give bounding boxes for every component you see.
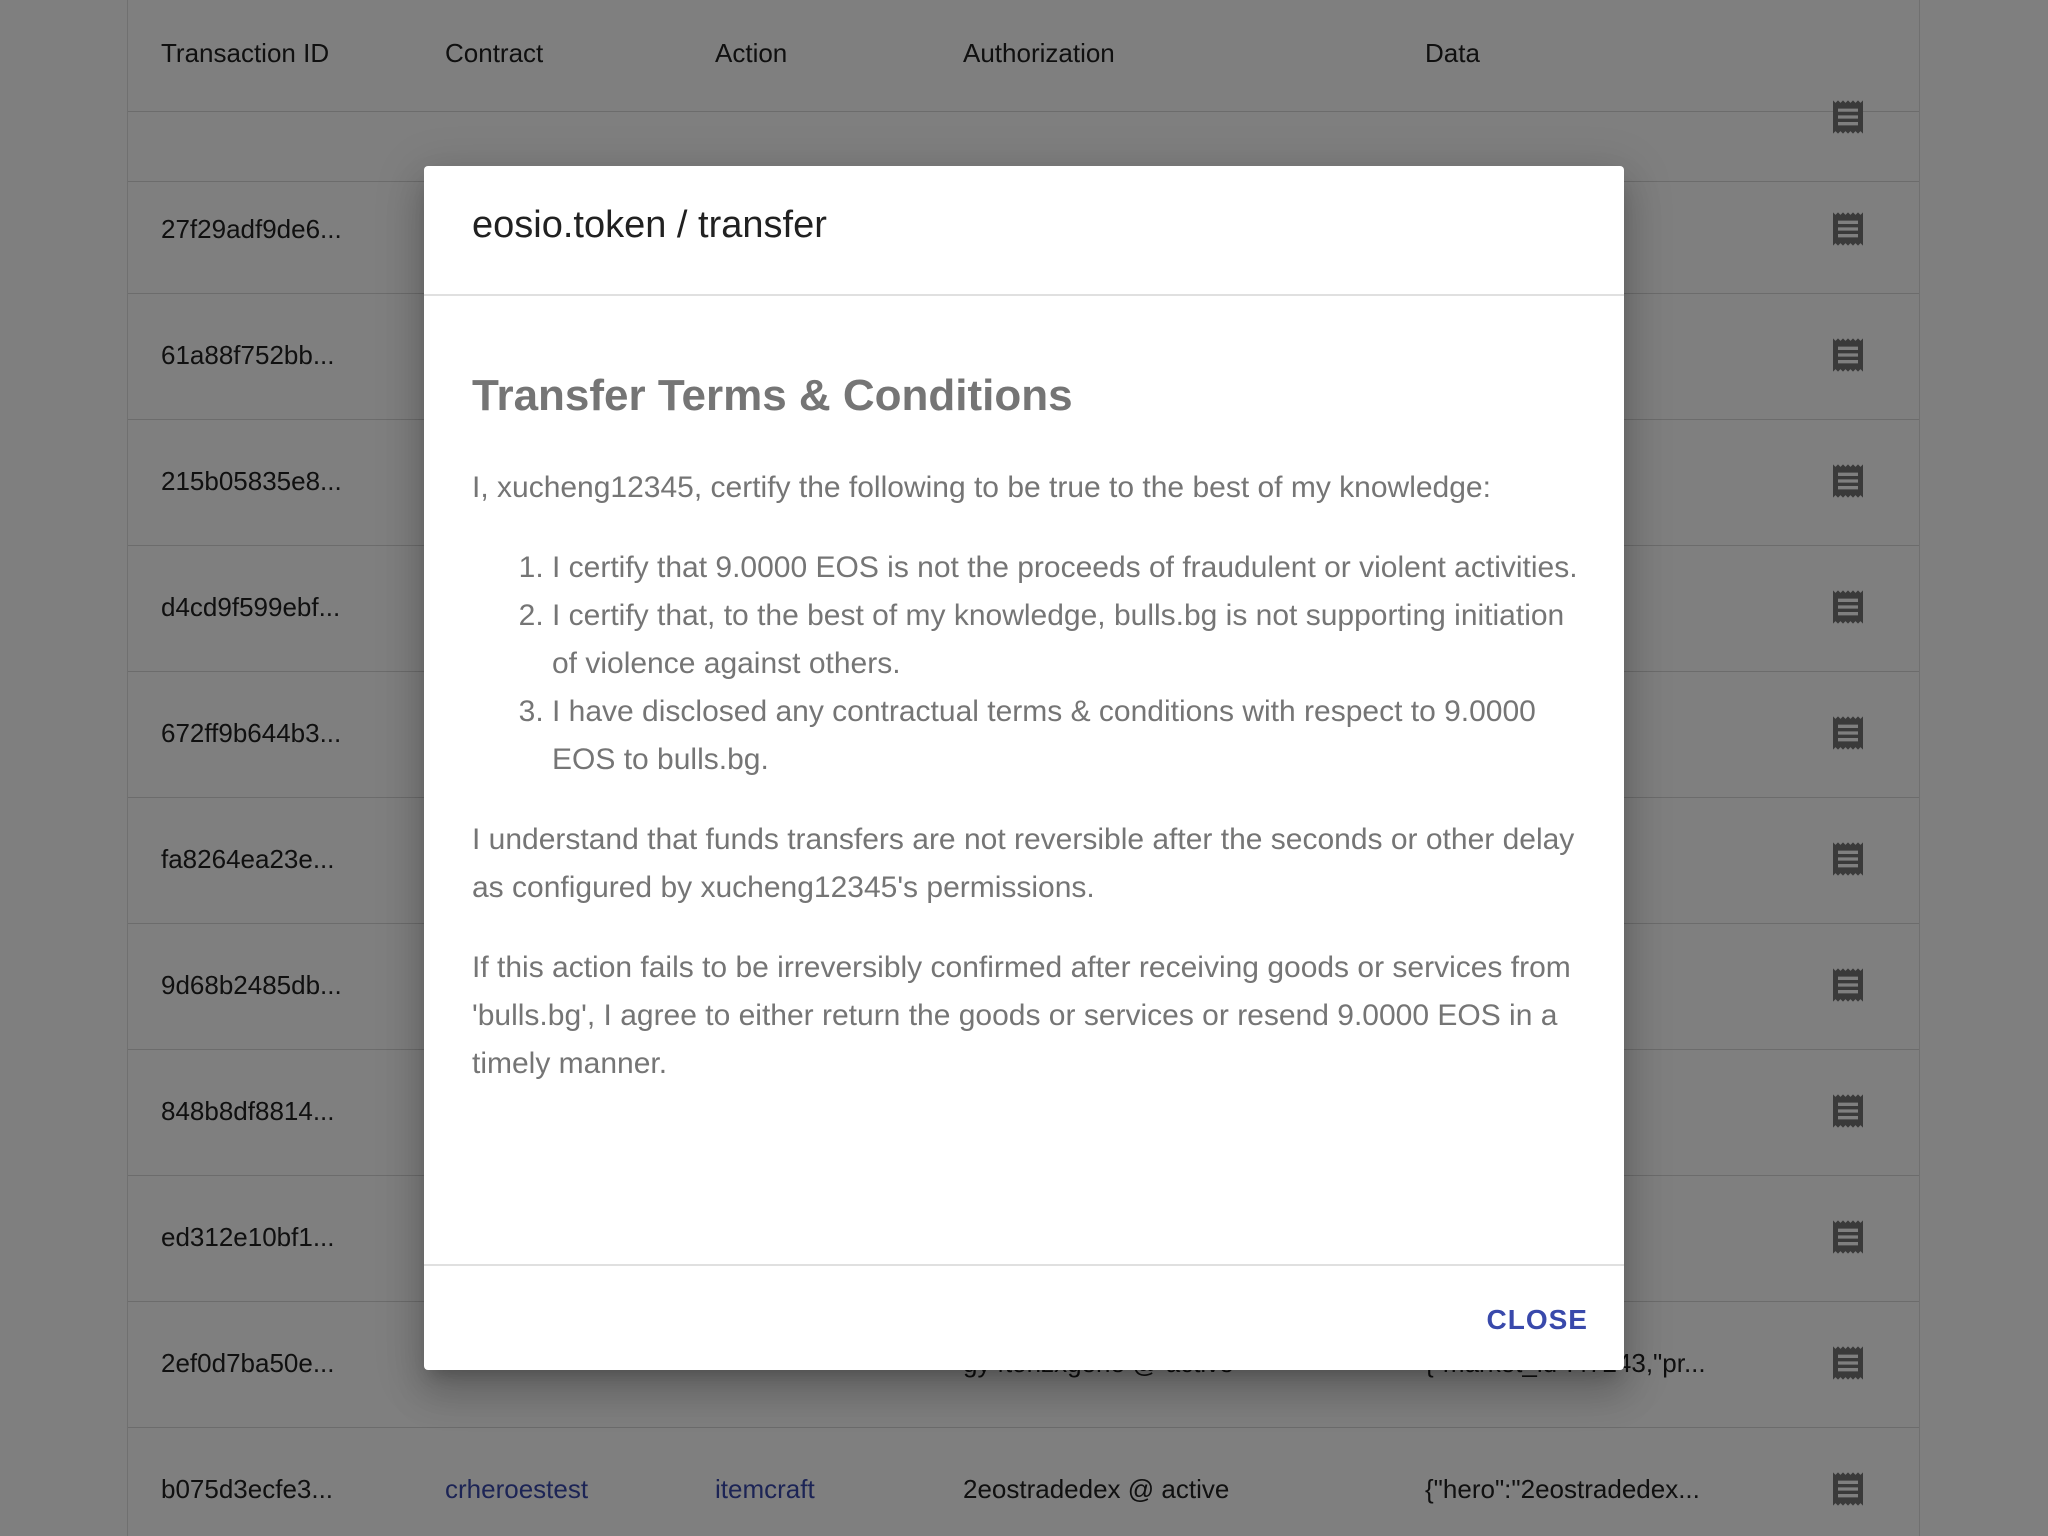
dialog-actions-divider (424, 1264, 1624, 1266)
close-button[interactable]: CLOSE (1487, 1294, 1588, 1346)
terms-paragraph: If this action fails to be irreversibly … (472, 951, 1571, 1080)
terms-heading: Transfer Terms & Conditions (472, 371, 1073, 420)
terms-item: I certify that, to the best of my knowle… (552, 592, 1582, 688)
dialog-divider (424, 294, 1624, 296)
terms-list: I certify that 9.0000 EOS is not the pro… (472, 544, 1582, 784)
terms-dialog: eosio.token / transfer Transfer Terms & … (424, 166, 1624, 1370)
terms-item: I have disclosed any contractual terms &… (552, 688, 1582, 784)
terms-item: I certify that 9.0000 EOS is not the pro… (552, 544, 1582, 592)
terms-intro: I, xucheng12345, certify the following t… (472, 471, 1491, 504)
dialog-content[interactable]: Transfer Terms & Conditions I, xucheng12… (472, 366, 1582, 1120)
terms-paragraph: I understand that funds transfers are no… (472, 823, 1575, 904)
page: Transaction ID Contract Action Authoriza… (0, 0, 2048, 1536)
dialog-title: eosio.token / transfer (472, 204, 827, 246)
